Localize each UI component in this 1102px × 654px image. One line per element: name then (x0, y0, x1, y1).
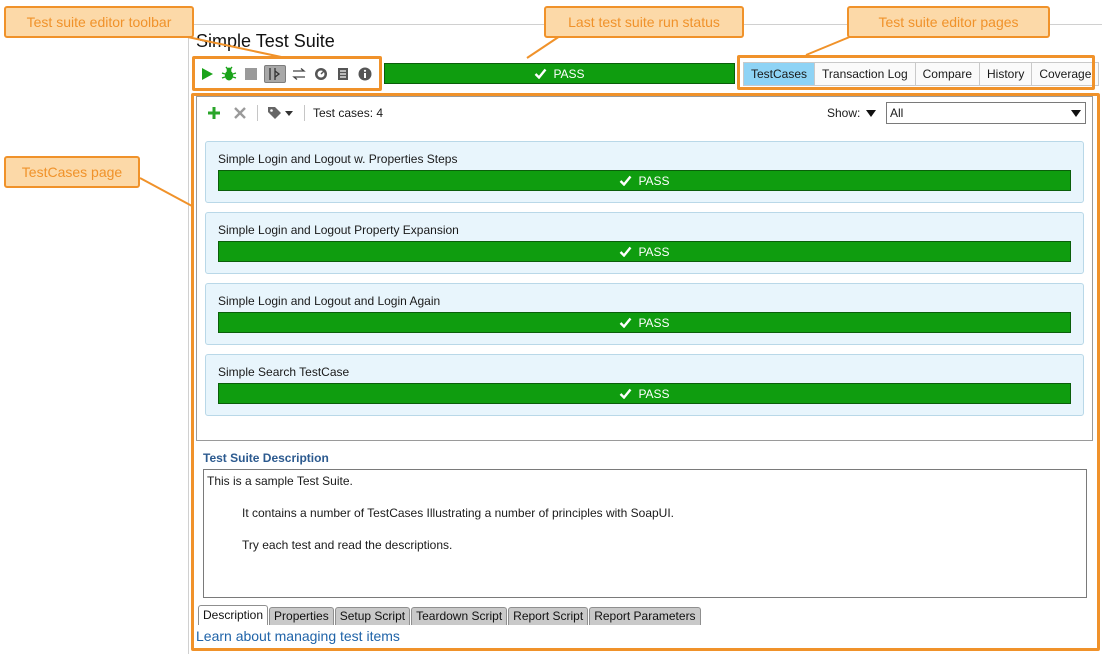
delete-icon[interactable] (231, 104, 249, 122)
tab-report-parameters[interactable]: Report Parameters (589, 607, 701, 625)
callout-toolbar: Test suite editor toolbar (4, 6, 194, 38)
testcase-status-bar: PASS (218, 312, 1071, 333)
check-icon (620, 246, 632, 257)
show-filter-value: All (890, 106, 904, 120)
testcases-toolbar: Test cases: 4 (205, 103, 383, 123)
testcase-list: Simple Login and Logout w. Properties St… (205, 141, 1084, 425)
suite-status-label: PASS (553, 66, 585, 81)
testcase-name: Simple Login and Logout w. Properties St… (218, 152, 458, 166)
toolbar-divider (304, 105, 305, 121)
tab-testcases[interactable]: TestCases (744, 63, 816, 85)
dropdown-caret-icon (1071, 110, 1081, 117)
bottom-tabs: Description Properties Setup Script Tear… (198, 605, 702, 625)
description-textarea[interactable]: This is a sample Test Suite. It contains… (203, 469, 1087, 598)
stop-icon[interactable] (242, 65, 260, 83)
tab-properties[interactable]: Properties (269, 607, 334, 625)
run-icon[interactable] (198, 65, 216, 83)
show-label-text: Show: (827, 106, 861, 120)
tab-teardown-script[interactable]: Teardown Script (411, 607, 508, 625)
check-icon (620, 175, 632, 186)
callout-status: Last test suite run status (544, 6, 744, 38)
add-icon[interactable] (205, 104, 223, 122)
description-line: Try each test and read the descriptions. (242, 538, 453, 552)
testcase-card[interactable]: Simple Login and Logout and Login Again … (205, 283, 1084, 345)
tag-dropdown-icon[interactable] (266, 104, 296, 122)
tab-compare[interactable]: Compare (915, 63, 980, 85)
description-line: It contains a number of TestCases Illust… (242, 506, 674, 520)
tab-setup-script[interactable]: Setup Script (334, 607, 411, 625)
sequential-mode-icon[interactable] (290, 65, 308, 83)
testcase-name: Simple Login and Logout Property Expansi… (218, 223, 459, 237)
testcase-card[interactable]: Simple Search TestCase PASS (205, 354, 1084, 416)
testcase-card[interactable]: Simple Login and Logout Property Expansi… (205, 212, 1084, 274)
testcase-name: Simple Login and Logout and Login Again (218, 294, 441, 308)
check-icon (535, 68, 547, 79)
load-test-icon[interactable] (312, 65, 330, 83)
check-icon (620, 388, 632, 399)
learn-link[interactable]: Learn about managing test items (196, 628, 400, 644)
debug-icon[interactable] (220, 65, 238, 83)
testcase-status: PASS (638, 386, 670, 401)
suite-title: Simple Test Suite (196, 31, 335, 51)
info-icon[interactable] (356, 65, 374, 83)
tab-report-script[interactable]: Report Script (508, 607, 589, 625)
testcase-status-bar: PASS (218, 383, 1071, 404)
testcase-status: PASS (638, 173, 670, 188)
toolbar-divider (257, 105, 258, 121)
testcase-card[interactable]: Simple Login and Logout w. Properties St… (205, 141, 1084, 203)
testcase-status-bar: PASS (218, 170, 1071, 191)
tab-description[interactable]: Description (198, 605, 269, 625)
check-icon (620, 317, 632, 328)
show-filter-select[interactable]: All (886, 102, 1086, 124)
description-title: Test Suite Description (203, 451, 329, 465)
tab-history[interactable]: History (980, 63, 1033, 85)
show-filter-label[interactable]: Show: (827, 106, 877, 120)
report-icon[interactable] (334, 65, 352, 83)
testcase-status-bar: PASS (218, 241, 1071, 262)
parallel-mode-icon[interactable] (264, 65, 286, 83)
tab-transaction-log[interactable]: Transaction Log (815, 63, 916, 85)
callout-testcases-page: TestCases page (4, 156, 140, 188)
chevron-down-icon (866, 109, 877, 117)
suite-run-status: PASS (384, 63, 735, 84)
testcase-count: Test cases: 4 (313, 106, 384, 120)
editor-toolbar (198, 63, 374, 85)
testcase-status: PASS (638, 244, 670, 259)
callout-pages: Test suite editor pages (847, 6, 1050, 38)
editor-page-tabs: TestCases Transaction Log Compare Histor… (743, 62, 1100, 86)
testcase-status: PASS (638, 315, 670, 330)
tab-coverage[interactable]: Coverage (1032, 63, 1099, 85)
description-line: This is a sample Test Suite. (207, 474, 353, 488)
testcase-name: Simple Search TestCase (218, 365, 350, 379)
